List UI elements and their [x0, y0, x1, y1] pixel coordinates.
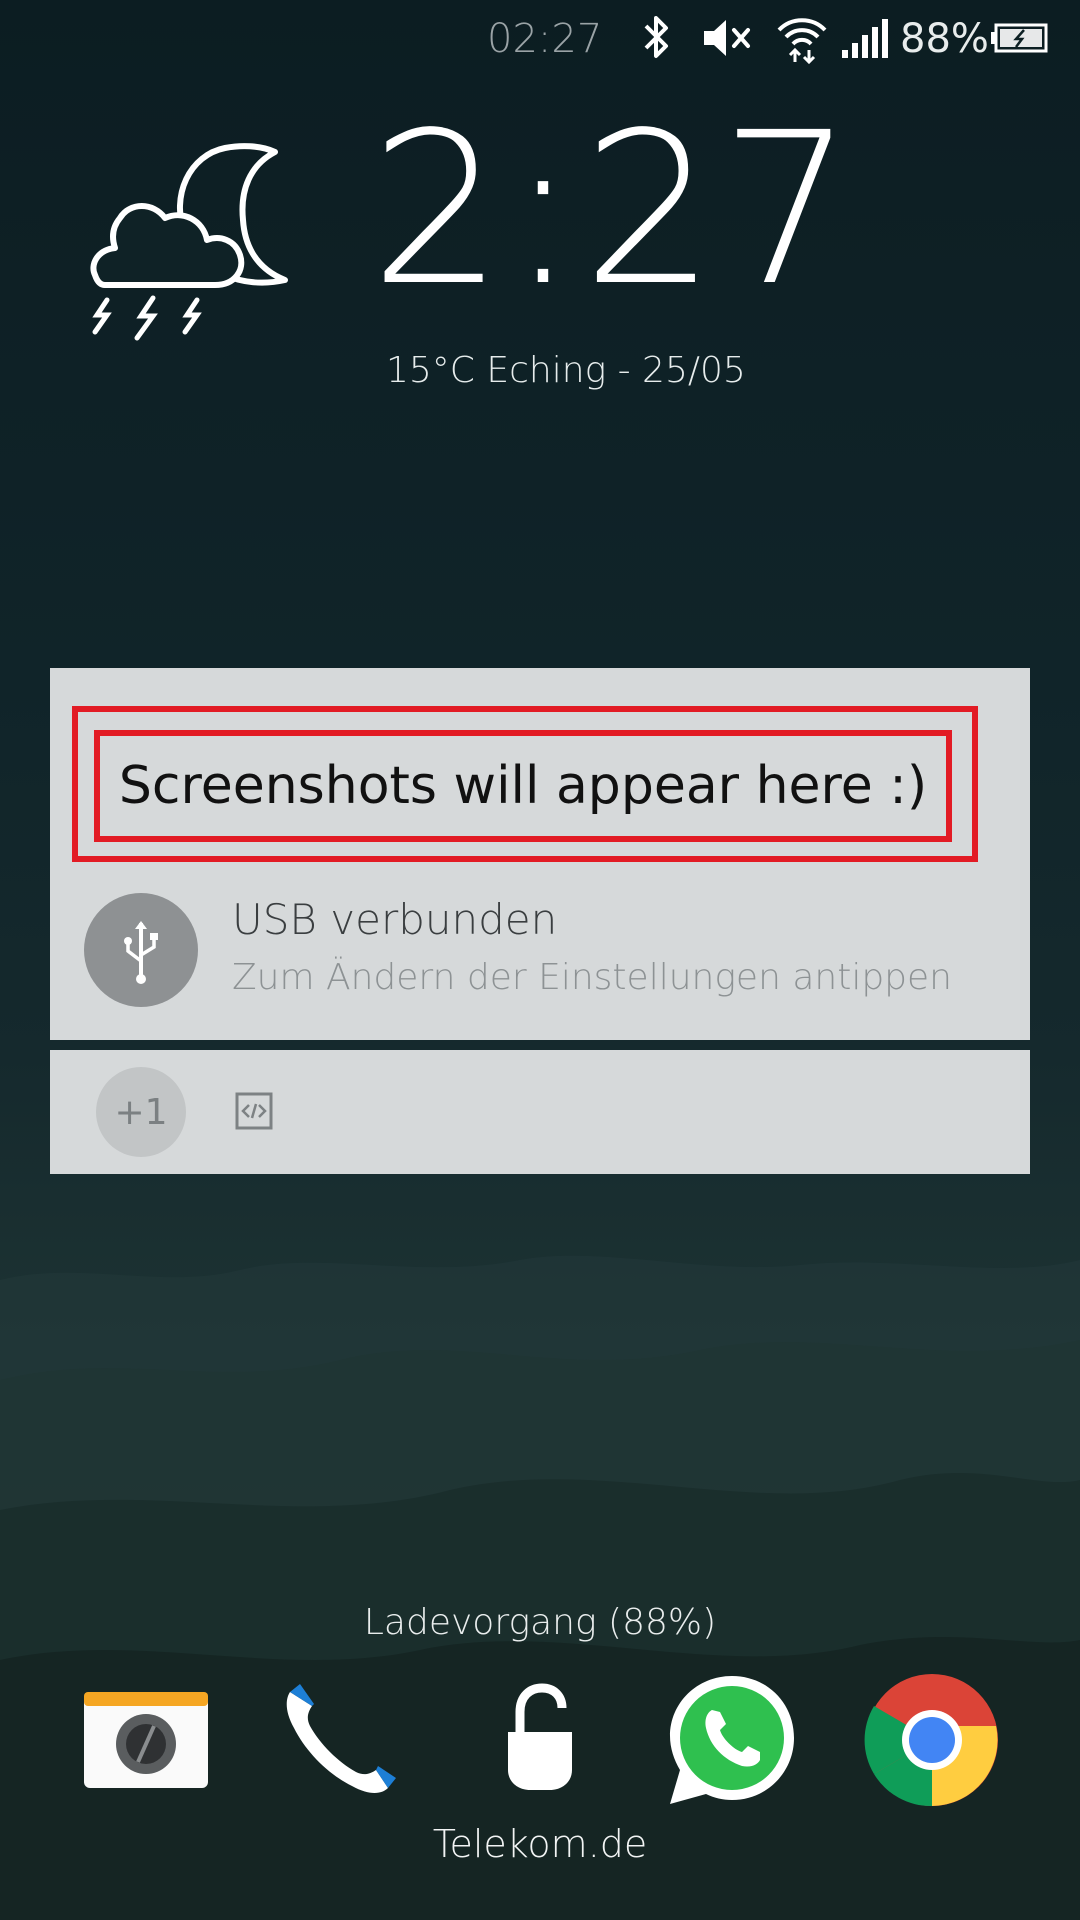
unlock-icon[interactable] — [470, 1670, 610, 1810]
developer-code-icon — [235, 1092, 273, 1130]
battery-charging-icon — [991, 23, 1048, 53]
carrier-name: Telekom.de — [432, 1822, 648, 1866]
more-notifications-badge[interactable]: +1 — [96, 1067, 186, 1157]
night-thunderstorm-icon — [90, 143, 288, 341]
more-notifications-count: +1 — [114, 1091, 168, 1133]
overflow-notification-card[interactable] — [50, 1050, 1030, 1174]
wifi-icon — [777, 18, 827, 64]
bluetooth-icon — [644, 16, 668, 58]
battery-percentage: 88% — [900, 16, 989, 62]
mountain-wallpaper — [0, 1255, 1080, 1920]
phone-icon[interactable] — [272, 1670, 412, 1810]
highlight-frame-inner: Screenshots will appear here :) — [94, 730, 952, 842]
usb-notification-title: USB verbunden — [232, 895, 558, 944]
signal-icon — [842, 19, 888, 58]
usb-icon — [84, 893, 198, 1007]
mute-icon — [704, 20, 750, 56]
usb-notification-subtitle: Zum Ändern der Einstellungen antippen — [232, 957, 952, 998]
weather-location-date: 15°C Eching - 25/05 — [386, 350, 746, 391]
whatsapp-icon[interactable] — [662, 1670, 802, 1810]
charging-status: Ladevorgang (88%) — [363, 1602, 717, 1643]
status-time: 02:27 — [487, 16, 603, 62]
screenshot-placeholder-text: Screenshots will appear here :) — [118, 756, 928, 816]
lockscreen-clock: 2:27 — [370, 87, 858, 332]
chrome-icon[interactable] — [862, 1670, 1002, 1810]
camera-icon[interactable] — [82, 1670, 222, 1810]
